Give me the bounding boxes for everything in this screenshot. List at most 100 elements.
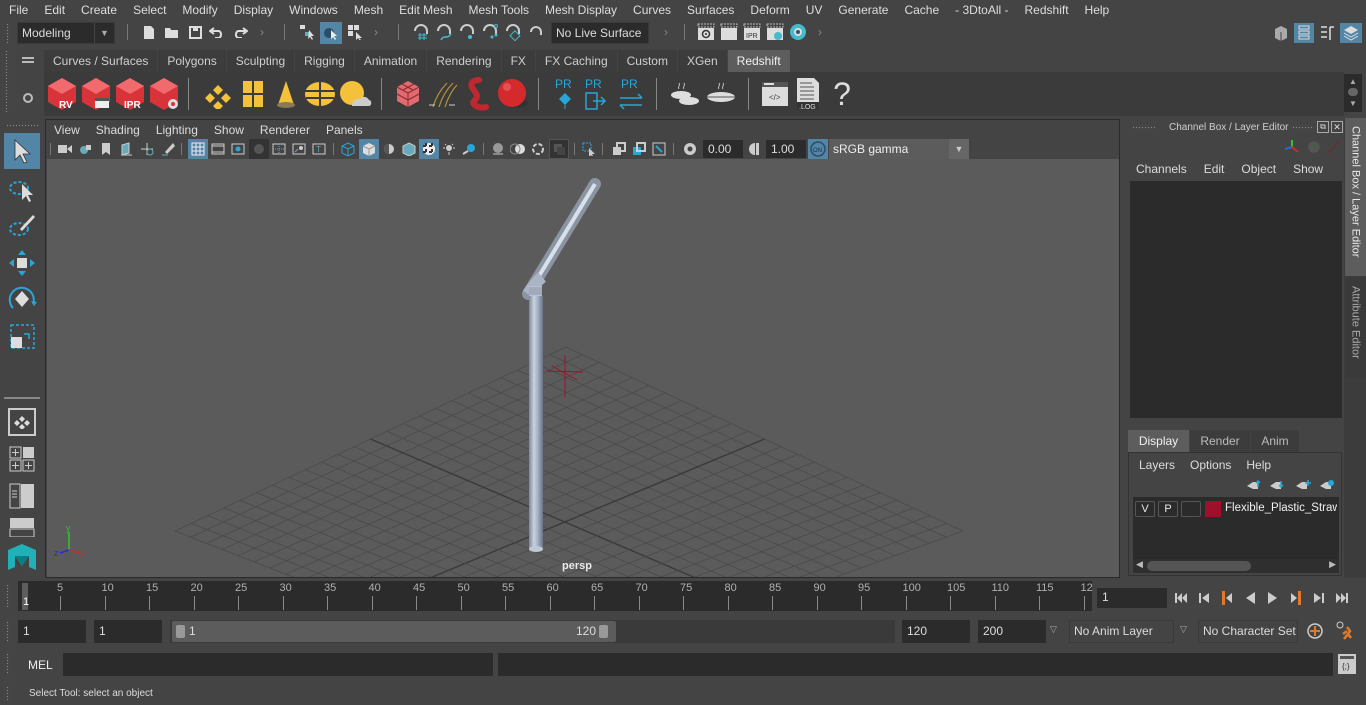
viewport-menu-renderer[interactable]: Renderer xyxy=(252,123,318,137)
image-plane-icon[interactable] xyxy=(117,140,135,158)
single-perspective-layout-icon[interactable] xyxy=(8,408,36,436)
safe-title-icon[interactable]: T xyxy=(310,140,328,158)
default-material-icon[interactable] xyxy=(380,140,398,158)
shelf-tab-polygons[interactable]: Polygons xyxy=(158,50,226,72)
redshift-batch-render-icon[interactable] xyxy=(80,76,112,112)
animation-start-field[interactable]: 1 xyxy=(18,620,86,643)
exposure-icon[interactable] xyxy=(681,140,699,158)
select-hierarchy-icon[interactable] xyxy=(297,22,317,42)
new-layer-icon[interactable] xyxy=(1294,477,1312,493)
exposure-field[interactable]: 0.00 xyxy=(703,140,743,158)
shelf-tab-redshift[interactable]: Redshift xyxy=(727,50,790,72)
depth-of-field-icon[interactable] xyxy=(549,139,569,159)
redshift-render-settings-icon[interactable] xyxy=(148,76,180,112)
playback-end-field[interactable]: 120 xyxy=(902,620,970,643)
film-gate-icon[interactable] xyxy=(209,140,227,158)
command-language-toggle[interactable]: MEL xyxy=(28,658,53,672)
redshift-hair-icon[interactable] xyxy=(463,76,495,112)
hypershade-icon[interactable] xyxy=(788,22,808,42)
scroll-down-icon[interactable]: ▼ xyxy=(1349,99,1357,108)
redshift-pr-object-icon[interactable]: PR xyxy=(551,76,579,114)
redo-icon[interactable] xyxy=(231,23,249,41)
menu-file[interactable]: File xyxy=(0,3,35,17)
ipr-render-icon[interactable]: IPR xyxy=(742,22,762,42)
smooth-shade-icon[interactable] xyxy=(359,139,379,159)
command-input[interactable] xyxy=(63,653,493,676)
motion-blur-icon[interactable] xyxy=(509,140,527,158)
layer-tab-anim[interactable]: Anim xyxy=(1251,430,1299,452)
render-settings-icon[interactable] xyxy=(765,22,785,42)
panel-grip[interactable] xyxy=(1132,126,1156,130)
current-frame-field[interactable]: 1 xyxy=(1097,588,1167,608)
animation-end-field[interactable]: 200 xyxy=(978,620,1046,643)
shelf-menu-icon[interactable] xyxy=(18,52,38,68)
outliner-persp-layout-icon[interactable] xyxy=(8,482,36,510)
redshift-bake-icon[interactable] xyxy=(704,78,738,110)
scroll-up-icon[interactable]: ▲ xyxy=(1349,77,1357,86)
live-surface-field[interactable]: No Live Surface xyxy=(551,22,649,44)
layer-playback-toggle[interactable]: P xyxy=(1158,501,1178,517)
layer-horizontal-scrollbar[interactable]: ◀ ▶ xyxy=(1133,559,1339,573)
attribute-editor-toggle-icon[interactable] xyxy=(1294,23,1314,43)
select-tool-icon[interactable] xyxy=(4,133,40,169)
side-tab-attribute-editor[interactable]: Attribute Editor xyxy=(1345,278,1366,378)
workspace-dropdown[interactable]: Modeling ▼ xyxy=(17,22,115,44)
object-menu[interactable]: Object xyxy=(1241,162,1276,176)
shelf-tab-animation[interactable]: Animation xyxy=(354,50,427,72)
redshift-pr-swap-icon[interactable]: PR xyxy=(616,76,646,114)
shelf-grip[interactable] xyxy=(5,50,9,112)
animation-preferences-icon[interactable] xyxy=(1334,620,1356,642)
channels-menu[interactable]: Channels xyxy=(1136,162,1187,176)
edit-menu[interactable]: Edit xyxy=(1204,162,1225,176)
modeling-toolkit-icon[interactable] xyxy=(1271,23,1291,43)
isolate-select-icon[interactable] xyxy=(580,140,598,158)
viewport-menu-panels[interactable]: Panels xyxy=(318,123,371,137)
render-frame-icon[interactable] xyxy=(719,22,739,42)
redshift-material-ball-icon[interactable] xyxy=(496,76,530,112)
open-scene-icon[interactable] xyxy=(163,23,181,41)
wireframe-on-shaded-icon[interactable] xyxy=(400,140,418,158)
status-line-grip[interactable] xyxy=(6,23,10,43)
persp-graph-layout-icon[interactable] xyxy=(8,517,36,537)
xray-active-components-icon[interactable] xyxy=(630,140,648,158)
wireframe-icon[interactable] xyxy=(339,140,357,158)
shadows-icon[interactable] xyxy=(460,140,478,158)
float-panel-icon[interactable]: ⧉ xyxy=(1317,121,1329,133)
rotate-tool-icon[interactable] xyxy=(4,281,40,317)
collapse-arrow-icon[interactable]: › xyxy=(372,25,380,39)
snap-to-view-plane-icon[interactable] xyxy=(480,23,500,41)
menu-edit-mesh[interactable]: Edit Mesh xyxy=(390,3,459,17)
new-layer-from-selected-icon[interactable] xyxy=(1318,477,1336,493)
options-menu[interactable]: Options xyxy=(1190,458,1231,472)
layer-display-type-toggle[interactable] xyxy=(1181,501,1201,517)
xray-joints-icon[interactable] xyxy=(650,140,668,158)
gamma-icon[interactable] xyxy=(746,140,764,158)
anim-layer-dropdown[interactable]: No Anim Layer xyxy=(1069,620,1174,643)
screen-space-ao-icon[interactable] xyxy=(489,140,507,158)
color-management-toggle[interactable]: ON xyxy=(808,139,828,159)
shelf-tab-curves-surfaces[interactable]: Curves / Surfaces xyxy=(44,50,158,72)
time-slider[interactable]: 1 5 10 15 20 25 30 35 40 45 50 55 60 65 70 75 80 85 90 95 1… xyxy=(18,581,1093,611)
shelf-tab-rigging[interactable]: Rigging xyxy=(295,50,354,72)
layer-row[interactable]: V P Flexible_Plastic_Straw_ xyxy=(1133,499,1339,519)
menu-modify[interactable]: Modify xyxy=(173,3,224,17)
menu-uv[interactable]: UV xyxy=(797,3,830,17)
range-grip[interactable] xyxy=(6,621,10,643)
character-set-dropdown-arrow[interactable]: ▽ xyxy=(1180,624,1187,635)
snap-magnet-icon[interactable] xyxy=(527,23,545,41)
timeline-grip[interactable] xyxy=(6,584,10,608)
redshift-help-icon[interactable]: ? xyxy=(828,76,856,112)
scale-tool-icon[interactable] xyxy=(4,318,40,354)
range-end-handle[interactable] xyxy=(599,625,608,638)
menu-windows[interactable]: Windows xyxy=(280,3,345,17)
close-panel-icon[interactable]: ✕ xyxy=(1331,121,1343,133)
scroll-right-icon[interactable]: ▶ xyxy=(1329,559,1336,570)
menu-create[interactable]: Create xyxy=(72,3,124,17)
shelf-tab-fx-caching[interactable]: FX Caching xyxy=(535,50,617,72)
move-layer-up-icon[interactable] xyxy=(1245,477,1263,493)
playback-start-field[interactable]: 1 xyxy=(94,620,162,643)
layer-tab-render[interactable]: Render xyxy=(1190,430,1250,452)
redshift-dome-light-icon[interactable] xyxy=(304,78,336,110)
auto-key-icon[interactable] xyxy=(1305,621,1325,641)
shelf-tab-xgen[interactable]: XGen xyxy=(677,50,727,72)
